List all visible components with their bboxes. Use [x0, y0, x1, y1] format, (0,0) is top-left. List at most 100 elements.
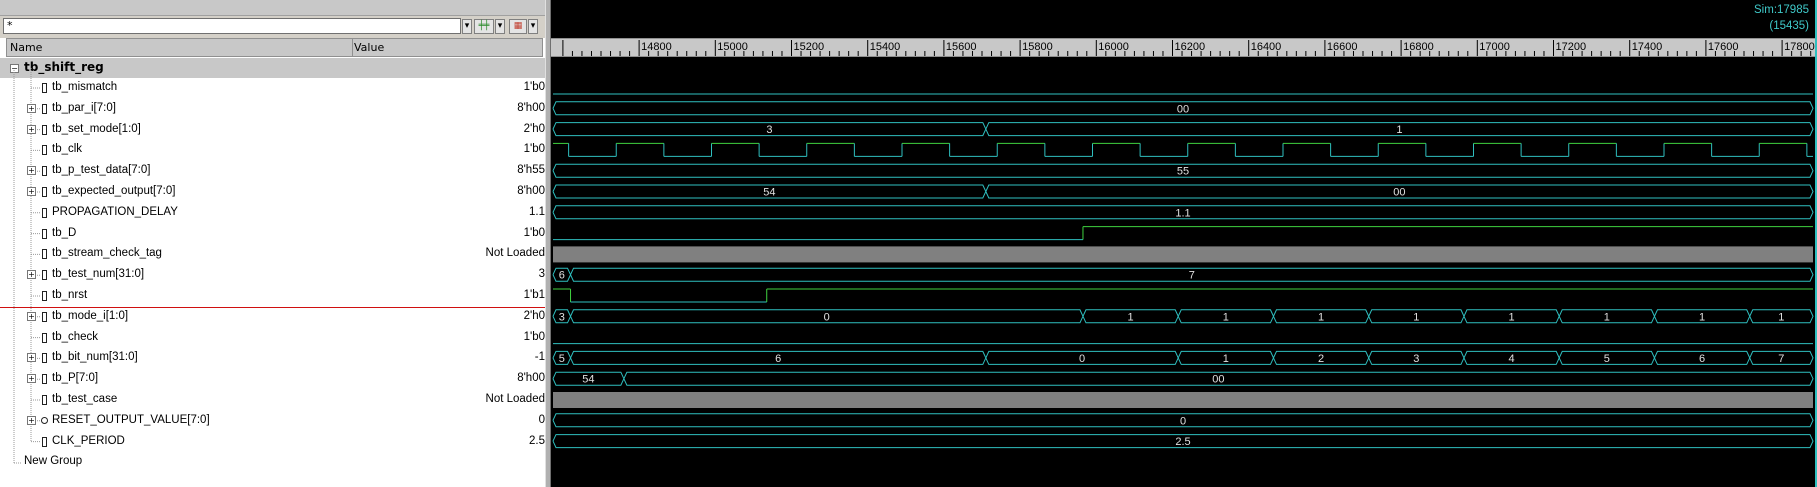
signal-name: tb_set_mode[1:0]: [52, 122, 141, 135]
signal-icon: [42, 249, 47, 260]
signal-name: CLK_PERIOD: [52, 434, 125, 447]
signal-row[interactable]: tb_test_case Not Loaded: [0, 390, 545, 410]
signal-value: 1'b0: [523, 143, 545, 156]
signal-icon: [42, 228, 47, 239]
signal-name: tb_nrst: [52, 289, 88, 301]
expand-icon[interactable]: +: [27, 124, 36, 134]
signal-row[interactable]: PROPAGATION_DELAY 1.1: [0, 203, 545, 223]
signal-panel: ▾ ╪╪ ▾ ▦ ▾ Name Value − tb_shift_reg tb_…: [0, 0, 545, 487]
bus-value-label: 54: [582, 374, 594, 386]
signal-row[interactable]: + tb_p_test_data[7:0] 8'h55: [0, 161, 545, 181]
signal-icon: [42, 145, 47, 156]
bus-value-label: 1: [1223, 353, 1229, 365]
expand-icon[interactable]: +: [27, 374, 36, 384]
bus-value-label: 00: [1212, 374, 1224, 386]
waveform-tb-par-i-7-0: 00: [552, 101, 1814, 116]
expand-icon[interactable]: +: [27, 415, 36, 425]
signal-icon: [42, 83, 47, 93]
signal-name: tb_test_case: [52, 393, 118, 405]
waveform-tb-test-num-31-0: 67: [552, 267, 1814, 282]
signal-row[interactable]: tb_check 1'b0: [0, 328, 545, 348]
waveform-clk-period: 2.5: [552, 434, 1814, 449]
signal-row[interactable]: + tb_test_num[31:0] 3: [0, 265, 545, 285]
signal-name: tb_expected_output[7:0]: [52, 185, 176, 197]
waveform-tb-bit-num-31-0: 5 6 0 1 2 3 4 5 6 7: [552, 350, 1814, 365]
signal-name: tb_bit_num[31:0]: [52, 351, 138, 364]
signal-row[interactable]: + tb_set_mode[1:0] 2'h0: [0, 120, 545, 140]
signal-name: tb_check: [52, 330, 99, 343]
waveform-tb-p-test-data-7-0: 55: [552, 163, 1814, 178]
signal-row[interactable]: + tb_bit_num[31:0] -1: [0, 348, 545, 368]
signal-icon: [42, 395, 47, 405]
signal-value: 8'h00: [517, 101, 545, 114]
bus-value-label: 1: [1699, 311, 1705, 323]
expand-icon[interactable]: +: [27, 187, 36, 196]
signal-value: 1.1: [529, 205, 545, 218]
bus-value-label: 1: [1509, 311, 1515, 323]
signal-value: Not Loaded: [485, 247, 545, 260]
signal-value: -1: [534, 351, 545, 364]
bus-value-label: 5: [559, 353, 565, 365]
signal-row[interactable]: tb_nrst 1'b1: [0, 286, 545, 306]
signal-value: 0: [538, 413, 545, 426]
signal-icon: [42, 374, 47, 385]
signal-row[interactable]: tb_D 1'b0: [0, 224, 545, 244]
waveform-tb-p-7-0: 54 00: [552, 371, 1814, 386]
expand-icon[interactable]: +: [27, 353, 36, 363]
signal-value: 8'h00: [517, 185, 545, 197]
waveform-tb-set-mode-1-0: 31: [552, 122, 1814, 137]
new-group-item[interactable]: New Group: [24, 455, 82, 467]
signal-icon: [42, 124, 47, 135]
expand-icon[interactable]: +: [27, 270, 36, 280]
bus-value-label: 4: [1509, 353, 1515, 365]
signal-icon: [42, 436, 47, 447]
bus-value-label: 0: [1180, 415, 1186, 427]
signal-row[interactable]: + RESET_OUTPUT_VALUE[7:0] 0: [0, 411, 545, 431]
signal-row[interactable]: CLK_PERIOD 2.5: [0, 432, 545, 452]
expand-icon[interactable]: +: [27, 103, 36, 113]
expand-icon[interactable]: +: [27, 311, 36, 321]
bus-value-label: 3: [559, 311, 565, 323]
signal-row[interactable]: + tb_P[7:0] 8'h00: [0, 369, 545, 389]
signal-row[interactable]: + tb_expected_output[7:0] 8'h00: [0, 182, 545, 202]
signal-icon: [42, 207, 47, 218]
bus-value-label: 1: [1223, 311, 1229, 323]
bus-value-label: 0: [1079, 353, 1085, 365]
bus-value-label: 2.5: [1175, 436, 1190, 448]
signal-name: tb_p_test_data[7:0]: [52, 164, 151, 177]
bus-value-label: 6: [775, 353, 781, 365]
parameter-icon: [41, 416, 48, 424]
waveform-viewer: ▾ ╪╪ ▾ ▦ ▾ Name Value − tb_shift_reg tb_…: [0, 0, 1817, 487]
bus-value-label: 1: [1604, 311, 1610, 323]
bus-value-label: 3: [766, 124, 772, 136]
signal-icon: [42, 166, 47, 177]
bus-value-label: 1: [1318, 311, 1324, 323]
expand-icon[interactable]: +: [27, 166, 36, 176]
bus-value-label: 6: [1699, 353, 1705, 365]
signal-row[interactable]: + tb_par_i[7:0] 8'h00: [0, 99, 545, 119]
signal-row[interactable]: tb_stream_check_tag Not Loaded: [0, 244, 545, 264]
signal-name: tb_stream_check_tag: [52, 247, 162, 260]
signal-value: 1'b1: [523, 289, 545, 301]
bus-value-label: 7: [1189, 270, 1195, 282]
signal-name: PROPAGATION_DELAY: [52, 205, 178, 218]
bus-value-label: 1: [1128, 311, 1134, 323]
signal-value: 8'h00: [517, 372, 545, 385]
bus-value-label: 0: [824, 311, 830, 323]
signal-row[interactable]: + tb_mode_i[1:0] 2'h0: [0, 307, 545, 327]
signal-name: tb_mode_i[1:0]: [52, 309, 129, 322]
waveform-canvas[interactable]: 003 15554 001.16 73 0 1 1 1 1 1 1 1 15 6 0 1 2 3 4 5 6 754 000…: [551, 0, 1817, 487]
waveform-tb-mode-i-1-0: 3 0 1 1 1 1 1 1 1 1: [552, 309, 1814, 324]
signal-name: tb_mismatch: [52, 81, 118, 93]
bus-value-label: 54: [763, 187, 775, 199]
signal-row[interactable]: tb_clk 1'b0: [0, 140, 545, 160]
signal-row[interactable]: tb_mismatch 1'b0: [0, 78, 545, 98]
signal-icon: [42, 270, 47, 281]
signal-value: Not Loaded: [485, 393, 545, 405]
waveform-tb-nrst: [553, 288, 1813, 303]
signal-icon: [42, 291, 47, 301]
signal-value: 1'b0: [523, 330, 545, 343]
signal-value: 2.5: [529, 434, 545, 447]
not-loaded-bar: [553, 246, 1813, 263]
signal-icon: [42, 332, 47, 343]
